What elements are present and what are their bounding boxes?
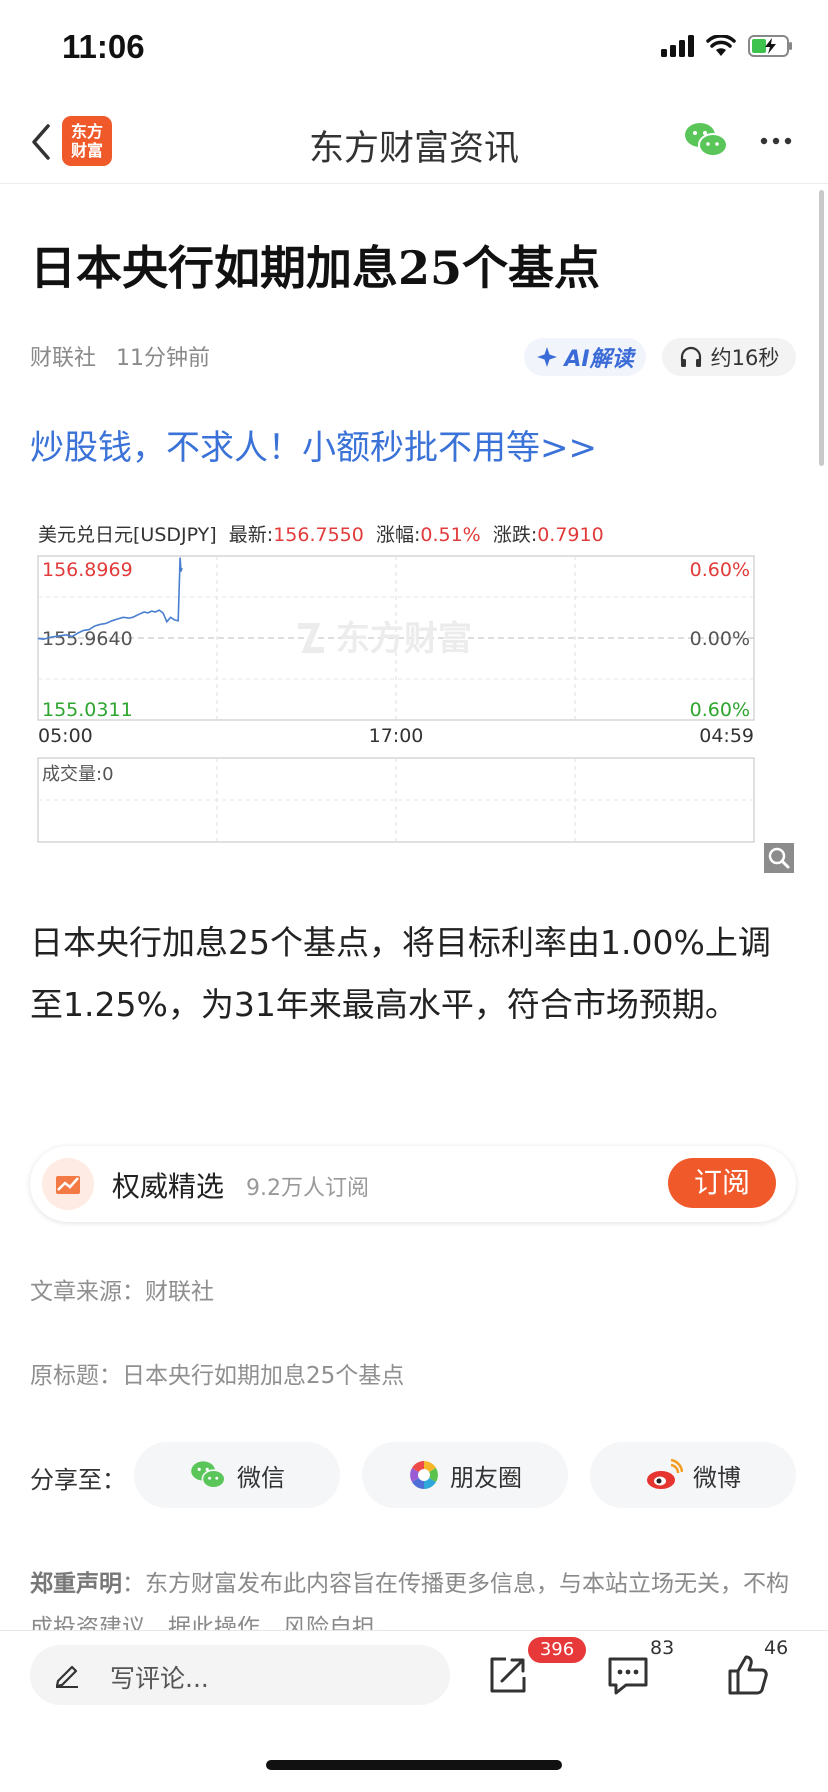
battery-icon: [748, 35, 792, 57]
article-meta: 财联社 11分钟前: [30, 340, 210, 372]
more-options-icon[interactable]: [756, 126, 796, 156]
comment-icon[interactable]: [604, 1651, 652, 1699]
pencil-icon: [55, 1665, 78, 1688]
pct-label-top: 0.60%: [690, 559, 750, 581]
pct-label-bottom: 0.60%: [690, 699, 750, 721]
share-wechat-label: 微信: [237, 1463, 285, 1492]
share-row: 分享至： 微信 朋友圈 微博: [30, 1442, 800, 1508]
pct-label-mid: 0.00%: [690, 628, 750, 650]
subscriber-count: 9.2万人订阅: [246, 1176, 369, 1201]
status-bar: 11:06: [0, 0, 828, 96]
chart-change-pct-label: 涨幅:: [375, 524, 421, 546]
y-label-mid: 155.9640: [42, 628, 133, 650]
chart-latest-value: 156.7550: [273, 524, 364, 546]
channel-avatar: [42, 1158, 94, 1210]
disclaimer-title: 郑重声明: [30, 1571, 122, 1597]
article-title: 日本央行如期加息25个基点: [30, 241, 601, 295]
share-count-badge: 396: [528, 1637, 586, 1663]
home-indicator: [266, 1760, 562, 1770]
promo-link[interactable]: 炒股钱，不求人！小额秒批不用等>>: [30, 420, 597, 469]
article-source[interactable]: 财联社: [30, 340, 96, 372]
audio-duration: 约16秒: [710, 346, 780, 370]
usdjpy-chart[interactable]: 美元兑日元[USDJPY] 最新:156.7550 涨幅:0.51% 涨跌:0.…: [36, 512, 776, 872]
comment-input[interactable]: 写评论...: [30, 1645, 450, 1705]
status-icons: [661, 34, 794, 58]
share-wechat-button[interactable]: 微信: [134, 1442, 340, 1508]
subscribe-button[interactable]: 订阅: [668, 1158, 776, 1208]
x-label-start: 05:00: [38, 725, 93, 747]
y-label-top: 156.8969: [42, 559, 133, 581]
channel-name: 权威精选: [112, 1170, 225, 1203]
scroll-indicator[interactable]: [819, 190, 824, 466]
original-title-line: 原标题：日本央行如期加息25个基点: [30, 1363, 405, 1389]
headphones-icon: [680, 346, 701, 367]
cellular-signal-icon: [661, 35, 694, 57]
chart-symbol: 美元兑日元[USDJPY]: [38, 524, 217, 546]
audio-play-button[interactable]: 约16秒: [662, 338, 796, 376]
chart-change-pct-value: 0.51%: [420, 524, 481, 546]
article-source-line: 文章来源：财联社: [30, 1279, 214, 1305]
chart-header: 美元兑日元[USDJPY] 最新:156.7550 涨幅:0.51% 涨跌:0.…: [38, 520, 604, 547]
status-time: 11:06: [62, 28, 145, 65]
subscribe-card[interactable]: 权威精选 9.2万人订阅 订阅: [30, 1146, 796, 1222]
wifi-icon: [706, 35, 736, 56]
comment-placeholder: 写评论...: [110, 1664, 209, 1693]
share-weibo-button[interactable]: 微博: [590, 1442, 796, 1508]
article-time: 11分钟前: [116, 346, 211, 371]
comment-count: 83: [650, 1637, 675, 1659]
share-moments-button[interactable]: 朋友圈: [362, 1442, 568, 1508]
wechat-icon: [191, 1461, 226, 1489]
nav-bar: 东方 财富 东方财富资讯: [0, 100, 828, 184]
share-icon[interactable]: [484, 1651, 532, 1699]
share-moments-label: 朋友圈: [450, 1463, 522, 1492]
share-weibo-label: 微博: [693, 1463, 741, 1492]
share-label: 分享至：: [30, 1466, 126, 1494]
sparkle-icon: [537, 347, 558, 367]
article-body: 日本央行加息25个基点，将目标利率由1.00%上调至1.25%，为31年来最高水…: [30, 923, 771, 1024]
chart-change-value: 0.7910: [537, 524, 604, 546]
chart-plot: 东方财富 156.8969 155.9640 155.0311 0.60% 0.…: [37, 555, 755, 843]
trend-chart-icon: [56, 1176, 80, 1194]
moments-icon: [410, 1461, 438, 1489]
disclaimer: 郑重声明：东方财富发布此内容旨在传播更多信息，与本站立场无关，不构成投资建议，据…: [30, 1562, 800, 1630]
ai-interpret-label: AI解读: [564, 347, 634, 372]
chart-change-label: 涨跌:: [492, 524, 538, 546]
disclaimer-text: ：东方财富发布此内容旨在传播更多信息，与本站立场无关，不构成投资建议，据此操作，…: [30, 1571, 789, 1630]
chart-zoom-icon[interactable]: [764, 843, 794, 873]
x-label-end: 04:59: [699, 725, 754, 747]
weibo-icon: [647, 1459, 683, 1489]
y-label-bottom: 155.0311: [42, 699, 133, 721]
chart-latest-label: 最新:: [228, 524, 274, 546]
wechat-share-icon[interactable]: [683, 120, 729, 160]
ai-interpret-button[interactable]: AI解读: [524, 338, 646, 376]
volume-label: 成交量:0: [42, 764, 114, 785]
like-count: 46: [764, 1637, 789, 1659]
x-label-mid: 17:00: [369, 725, 424, 747]
chart-watermark: 东方财富: [336, 619, 472, 659]
